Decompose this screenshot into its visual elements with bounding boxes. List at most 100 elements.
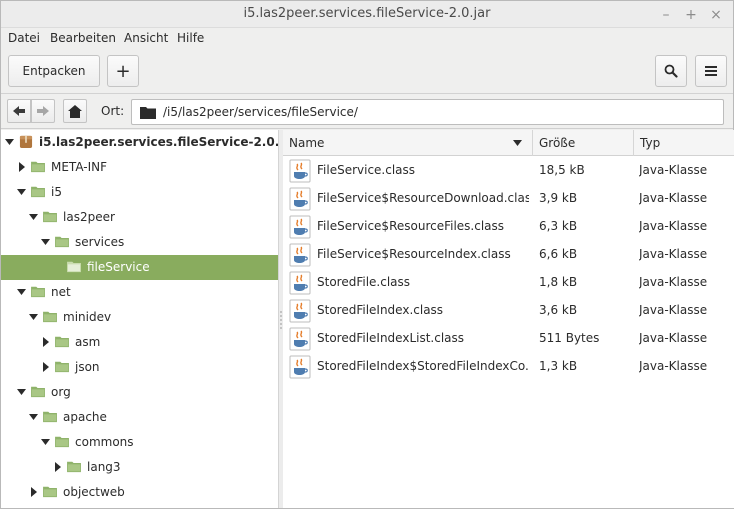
expander-open-icon[interactable] <box>41 237 51 247</box>
expander-open-icon[interactable] <box>17 187 27 197</box>
title-bar[interactable]: i5.las2peer.services.fileService-2.0.jar… <box>1 1 733 28</box>
tree-row-label: i5.las2peer.services.fileService-2.0.jar <box>39 135 279 149</box>
menu-ansicht[interactable]: Ansicht <box>124 31 168 45</box>
folder-icon <box>31 161 45 173</box>
tree-row[interactable]: json <box>1 355 278 380</box>
expander-closed-icon[interactable] <box>53 462 63 472</box>
file-size: 18,5 kB <box>539 163 585 177</box>
java-file-icon <box>289 159 311 183</box>
file-row[interactable]: StoredFile.class 1,8 kB Java-Klasse <box>283 269 734 297</box>
expander-open-icon[interactable] <box>17 287 27 297</box>
expander-closed-icon[interactable] <box>29 487 39 497</box>
column-header-type[interactable]: Typ <box>634 130 734 156</box>
extract-button-label: Entpacken <box>22 64 86 78</box>
arrow-right-icon <box>37 106 49 116</box>
folder-icon <box>55 336 69 348</box>
expander-open-icon[interactable] <box>29 312 39 322</box>
java-file-icon <box>289 271 311 295</box>
java-file-icon <box>289 299 311 323</box>
sort-down-icon <box>513 140 522 146</box>
file-row[interactable]: StoredFileIndexList.class 511 Bytes Java-K… <box>283 325 734 353</box>
close-icon[interactable]: × <box>706 5 726 25</box>
expander-closed-icon[interactable] <box>41 362 51 372</box>
tree-row[interactable]: apache <box>1 405 278 430</box>
file-name: StoredFile.class <box>317 275 411 289</box>
java-file-icon <box>289 187 311 211</box>
expander-open-icon[interactable] <box>17 387 27 397</box>
menu-hilfe[interactable]: Hilfe <box>177 31 204 45</box>
tree-row-label: org <box>51 385 71 399</box>
file-row[interactable]: FileService$ResourceFiles.class 6,3 kB Jav… <box>283 213 734 241</box>
menu-button[interactable] <box>695 55 727 87</box>
tree-row-label: commons <box>75 435 134 449</box>
tree-row[interactable]: META-INF <box>1 155 278 180</box>
expander-closed-icon[interactable] <box>17 162 27 172</box>
file-type: Java-Klasse <box>639 247 708 261</box>
expander-open-icon[interactable] <box>41 437 51 447</box>
file-name: StoredFileIndexList.class <box>317 331 465 345</box>
folder-icon <box>55 236 69 248</box>
file-size: 3,9 kB <box>539 191 578 205</box>
java-file-icon <box>289 243 311 267</box>
tree-row[interactable]: commons <box>1 430 278 455</box>
search-button[interactable] <box>655 55 687 87</box>
expander-closed-icon[interactable] <box>41 337 51 347</box>
add-files-button[interactable]: + <box>107 55 139 87</box>
folder-icon <box>55 436 69 448</box>
tree-row[interactable]: i5 <box>1 180 278 205</box>
folder-icon <box>31 386 45 398</box>
tree-row[interactable]: lang3 <box>1 455 278 480</box>
file-row[interactable]: StoredFileIndex$StoredFileIndexCo... 1,3 … <box>283 353 734 381</box>
file-type: Java-Klasse <box>639 303 708 317</box>
tree-row[interactable]: las2peer <box>1 205 278 230</box>
home-icon <box>68 104 82 118</box>
file-type: Java-Klasse <box>639 219 708 233</box>
file-type: Java-Klasse <box>639 359 708 373</box>
tree-row[interactable]: services <box>1 230 278 255</box>
arrow-left-icon <box>13 106 25 116</box>
column-type-label: Typ <box>640 136 661 150</box>
file-size: 1,8 kB <box>539 275 578 289</box>
column-header-size[interactable]: Größe <box>533 130 634 156</box>
folder-icon <box>43 486 57 498</box>
minimize-icon[interactable]: – <box>656 5 676 25</box>
list-header: Name Größe Typ <box>283 130 734 156</box>
tree-row-label: json <box>75 360 100 374</box>
file-type: Java-Klasse <box>639 191 708 205</box>
file-name: FileService$ResourceFiles.class <box>317 219 505 233</box>
archive-icon <box>19 135 33 148</box>
file-list: Name Größe Typ FileService.class 18,5 kB J… <box>283 130 734 508</box>
location-field[interactable]: /i5/las2peer/services/fileService/ <box>131 99 724 125</box>
file-size: 6,3 kB <box>539 219 578 233</box>
column-header-name[interactable]: Name <box>283 130 533 156</box>
back-button[interactable] <box>7 99 31 123</box>
java-file-icon <box>289 355 311 379</box>
expander-open-icon[interactable] <box>29 412 39 422</box>
file-row[interactable]: FileService.class 18,5 kB Java-Klasse <box>283 157 734 185</box>
tree-row-label: asm <box>75 335 101 349</box>
expander-open-icon[interactable] <box>5 137 15 147</box>
tree-row-label: lang3 <box>87 460 121 474</box>
forward-button[interactable] <box>31 99 55 123</box>
tree-row[interactable]: fileService <box>1 255 278 280</box>
home-button[interactable] <box>63 99 87 123</box>
expander-open-icon[interactable] <box>29 212 39 222</box>
file-row[interactable]: FileService$ResourceDownload.class 3,9 kB… <box>283 185 734 213</box>
menu-datei[interactable]: Datei <box>8 31 40 45</box>
file-row[interactable]: FileService$ResourceIndex.class 6,6 kB Jav… <box>283 241 734 269</box>
tree-row[interactable]: net <box>1 280 278 305</box>
extract-button[interactable]: Entpacken <box>8 55 100 87</box>
maximize-icon[interactable]: + <box>681 5 701 25</box>
tree-row[interactable]: org <box>1 380 278 405</box>
folder-icon <box>140 107 156 119</box>
hamburger-icon <box>705 66 717 76</box>
menu-bar: Datei Bearbeiten Ansicht Hilfe <box>1 28 733 50</box>
file-row[interactable]: StoredFileIndex.class 3,6 kB Java-Klasse <box>283 297 734 325</box>
tree-row-label: fileService <box>87 260 150 274</box>
tree-row[interactable]: asm <box>1 330 278 355</box>
plus-icon: + <box>115 60 131 82</box>
tree-row[interactable]: i5.las2peer.services.fileService-2.0.jar <box>1 130 279 155</box>
tree-row[interactable]: minidev <box>1 305 278 330</box>
menu-bearbeiten[interactable]: Bearbeiten <box>50 31 116 45</box>
tree-row[interactable]: objectweb <box>1 480 278 505</box>
